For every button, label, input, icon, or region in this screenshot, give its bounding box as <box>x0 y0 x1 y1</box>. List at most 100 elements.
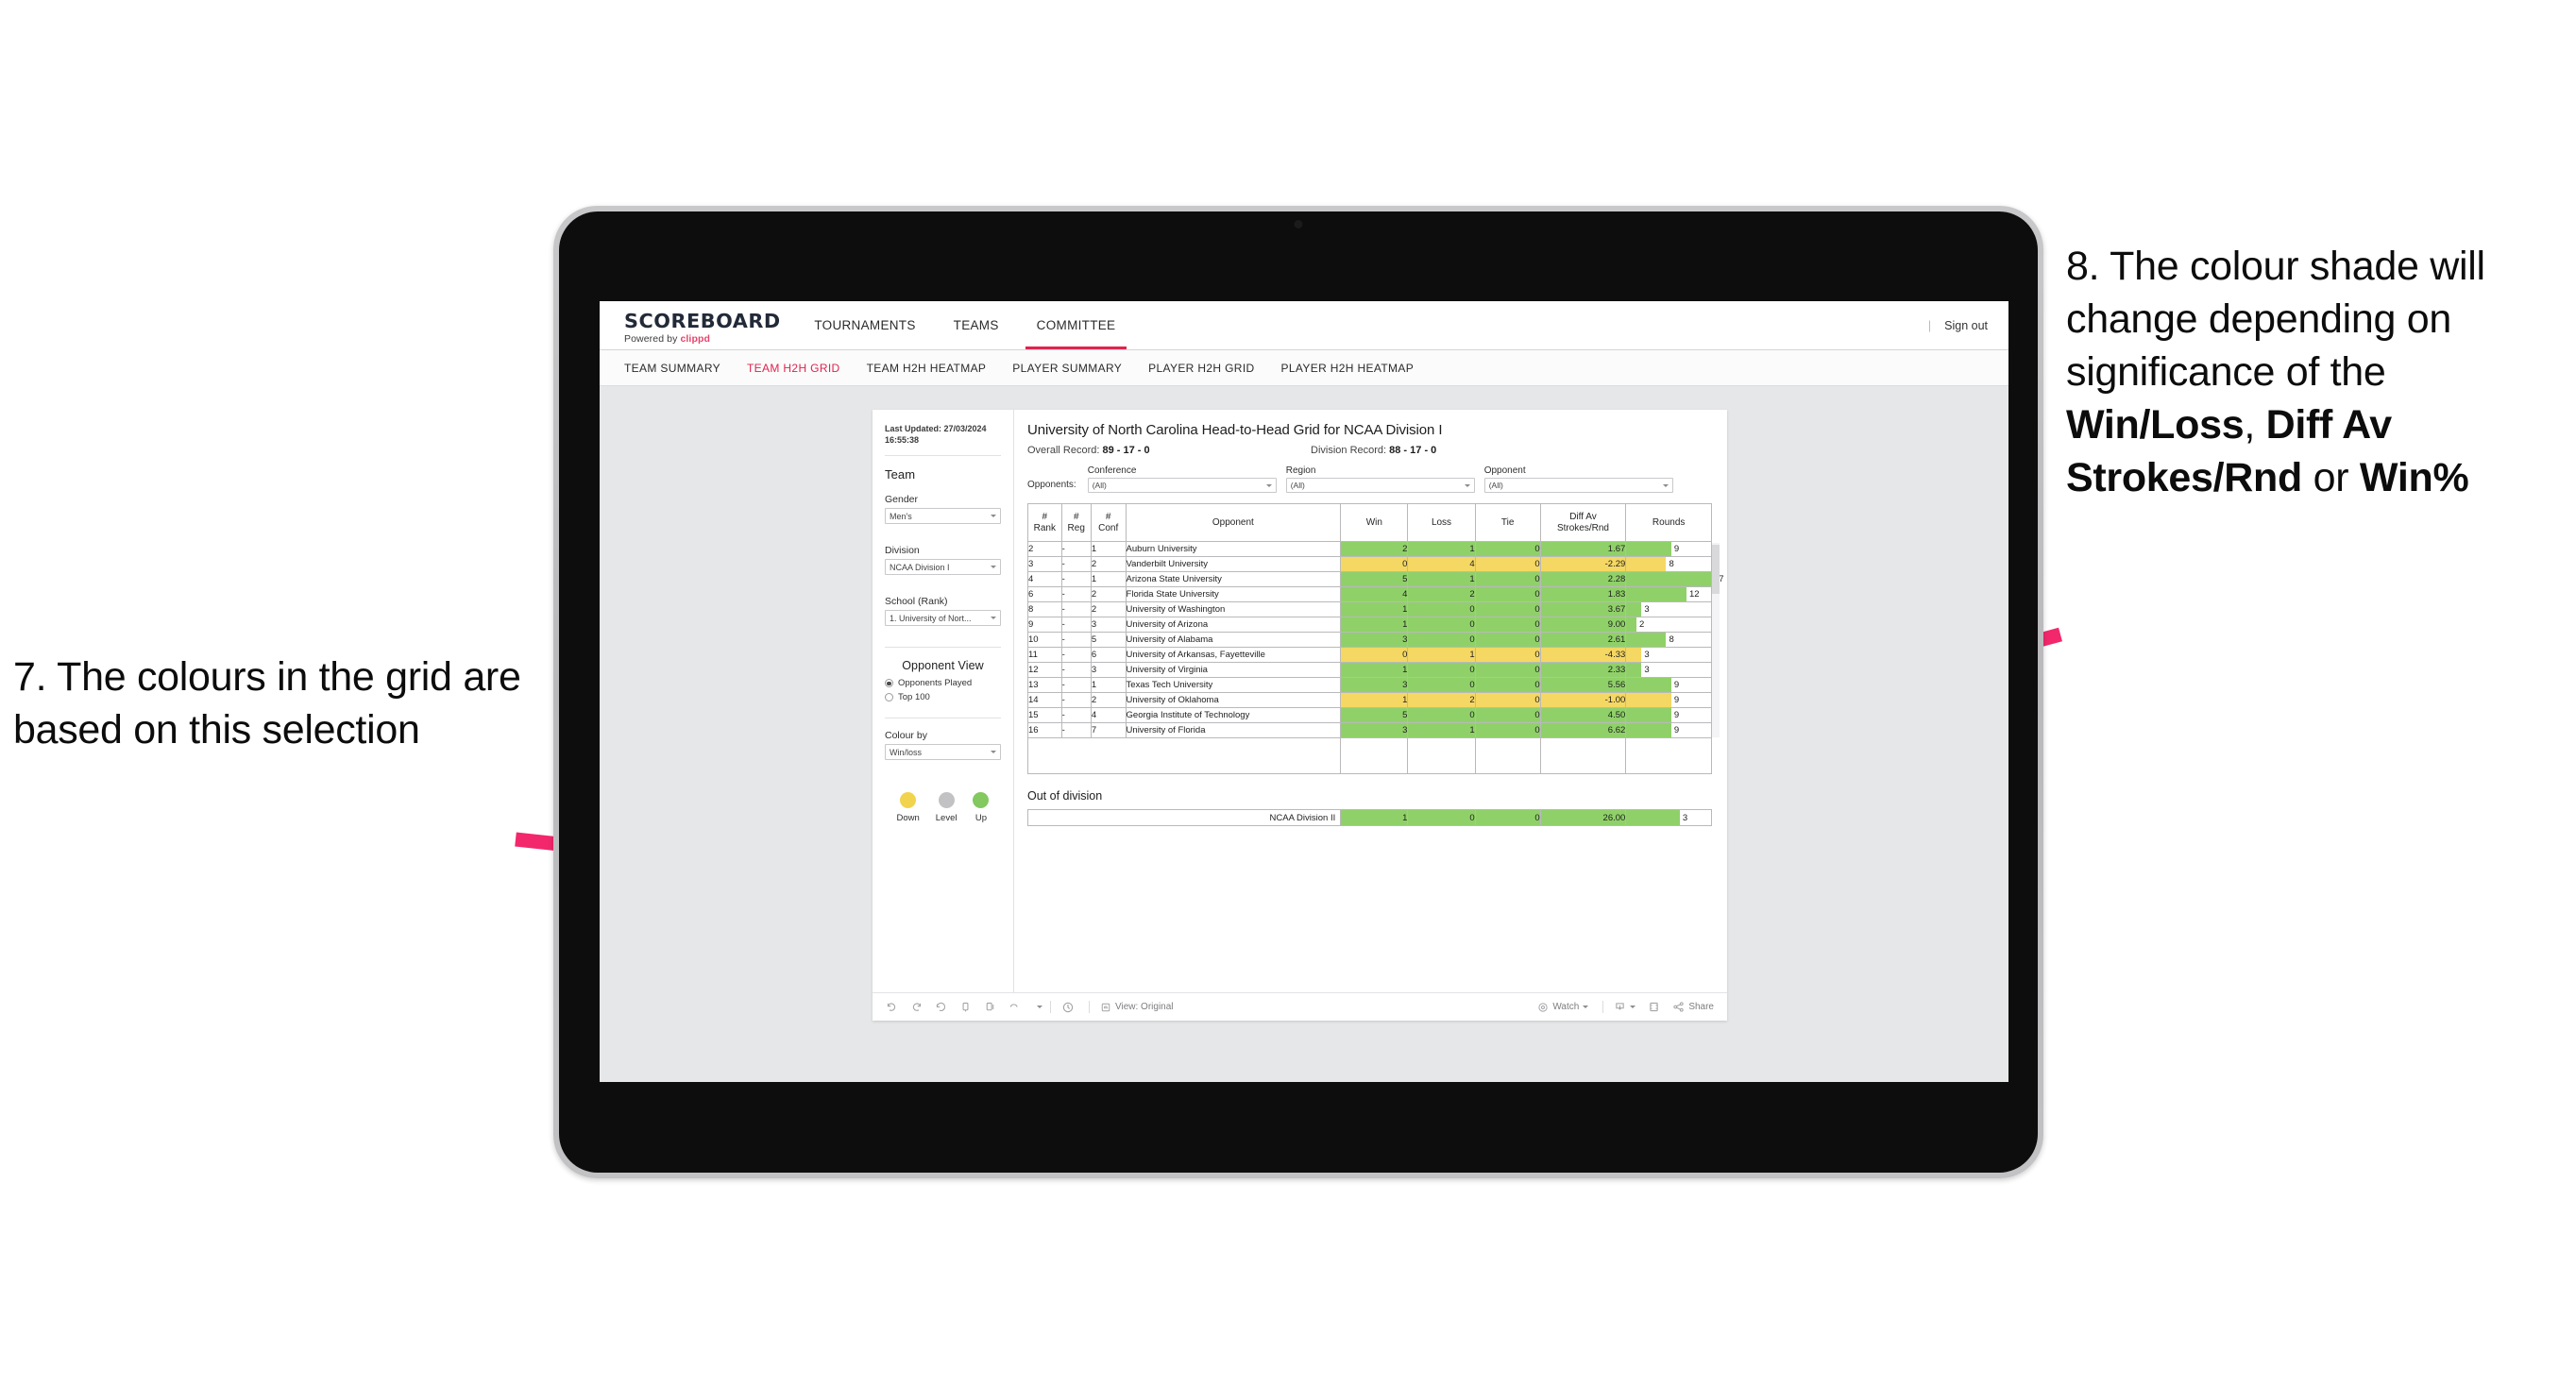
table-row[interactable]: 3-2 Vanderbilt University 0 4 0 -2.29 8 <box>1027 556 1712 572</box>
records-row: Overall Record: 89 - 17 - 0 Division Rec… <box>1027 445 1712 456</box>
cell-tie: 0 <box>1474 632 1541 648</box>
cell-reg: - <box>1060 571 1092 587</box>
overall-record: Overall Record: 89 - 17 - 0 <box>1027 445 1311 456</box>
cell-rank: 15 <box>1027 707 1062 723</box>
pause-auto-update-icon[interactable] <box>1061 1001 1075 1014</box>
colour-by-select[interactable]: Win/loss <box>885 744 1001 761</box>
refresh-icon[interactable] <box>959 1001 972 1013</box>
col-loss: Loss <box>1407 503 1476 542</box>
region-label: Region <box>1285 465 1316 476</box>
legend-dot-down <box>900 792 917 809</box>
table-row[interactable]: 9-3 University of Arizona 1 0 0 9.00 2 <box>1027 617 1712 633</box>
grid-head: # Rank # Reg # Conf Opponent Win Loss Tie <box>1027 503 1712 542</box>
toolbar-caret-1[interactable] <box>1033 1006 1042 1008</box>
cell-rank: 11 <box>1027 647 1062 663</box>
cell-win: 1 <box>1340 692 1409 708</box>
ood-win: 1 <box>1340 809 1409 826</box>
out-of-division-table: NCAA Division II 1 0 0 26.00 3 <box>1026 809 1712 826</box>
nav-item-committee[interactable]: COMMITTEE <box>1018 301 1135 349</box>
nav-item-tournaments[interactable]: TOURNAMENTS <box>795 301 934 349</box>
pause-icon[interactable] <box>984 1001 996 1013</box>
cell-loss: 0 <box>1407 662 1476 678</box>
table-row[interactable]: 10-5 University of Alabama 3 0 0 2.61 8 <box>1027 632 1712 648</box>
division-field: Division NCAA Division I <box>885 545 1001 576</box>
radio-opponents-played[interactable]: Opponents Played <box>885 678 1001 688</box>
download-icon[interactable] <box>1614 1001 1636 1013</box>
cell-opponent: Texas Tech University <box>1125 677 1342 693</box>
grid-scrollbar-thumb[interactable] <box>1712 545 1720 594</box>
tab-team-h2h-heatmap[interactable]: TEAM H2H HEATMAP <box>867 362 987 375</box>
cell-diff: -1.00 <box>1539 692 1627 708</box>
cell-tie: 0 <box>1474 662 1541 678</box>
app-header: SCOREBOARD Powered by clippd TOURNAMENTS… <box>600 301 2008 350</box>
region-filter: Region (All) <box>1285 465 1475 493</box>
tab-player-h2h-heatmap[interactable]: PLAYER H2H HEATMAP <box>1281 362 1415 375</box>
cell-diff: 4.50 <box>1539 707 1627 723</box>
legend-dot-up <box>973 792 990 809</box>
view-original-icon[interactable]: View: Original <box>1100 1002 1174 1013</box>
dashboard-card: Last Updated: 27/03/2024 16:55:38 Team G… <box>873 410 1727 1021</box>
brand-logo[interactable]: SCOREBOARD Powered by clippd <box>600 301 795 349</box>
cell-reg: - <box>1060 677 1092 693</box>
table-row[interactable]: 13-1 Texas Tech University 3 0 0 5.56 9 <box>1027 677 1712 693</box>
last-updated: Last Updated: 27/03/2024 16:55:38 <box>885 423 1001 446</box>
cell-diff: 2.33 <box>1539 662 1627 678</box>
cell-reg: - <box>1060 586 1092 602</box>
page-title: University of North Carolina Head-to-Hea… <box>1027 422 1443 438</box>
cell-opponent: Vanderbilt University <box>1125 556 1342 572</box>
tab-player-summary[interactable]: PLAYER SUMMARY <box>1012 362 1122 375</box>
tab-team-h2h-grid[interactable]: TEAM H2H GRID <box>747 362 840 375</box>
cell-rounds: 8 <box>1625 632 1712 648</box>
cell-opponent: Georgia Institute of Technology <box>1125 707 1342 723</box>
cell-tie: 0 <box>1474 707 1541 723</box>
front-camera-icon <box>1294 220 1303 228</box>
cell-conf: 6 <box>1090 647 1127 663</box>
cell-tie: 0 <box>1474 571 1541 587</box>
opponent-filters: Opponents: Conference (All) Region (All) <box>1027 465 1712 493</box>
sign-out-link[interactable]: Sign out <box>1944 319 1988 332</box>
region-select[interactable]: (All) <box>1285 478 1475 493</box>
redo-icon[interactable] <box>910 1001 923 1013</box>
colour-legend: Down Level Up <box>885 792 1001 823</box>
share-button[interactable]: Share <box>1672 1001 1714 1013</box>
table-row[interactable]: 12-3 University of Virginia 1 0 0 2.33 3 <box>1027 662 1712 678</box>
last-updated-label: Last Updated: <box>885 424 944 433</box>
conference-select[interactable]: (All) <box>1087 478 1277 493</box>
table-row[interactable]: 14-2 University of Oklahoma 1 2 0 -1.00 9 <box>1027 692 1712 708</box>
conference-value: (All) <box>1092 481 1107 490</box>
fullscreen-icon[interactable] <box>1648 1001 1660 1013</box>
nav-item-teams[interactable]: TEAMS <box>935 301 1018 349</box>
col-tie: Tie <box>1474 503 1541 542</box>
undo-icon[interactable] <box>886 1001 898 1013</box>
grid-scrollbar[interactable] <box>1712 543 1720 737</box>
brand-tagline-clippd: clippd <box>680 333 710 345</box>
gender-select[interactable]: Men's <box>885 508 1001 525</box>
undo-arrow-icon[interactable] <box>1008 1001 1021 1013</box>
school-rank-select[interactable]: 1. University of Nort... <box>885 610 1001 627</box>
cell-rounds-value: 8 <box>1669 634 1674 645</box>
table-row[interactable]: 15-4 Georgia Institute of Technology 5 0 0 4.… <box>1027 707 1712 723</box>
annotation-8-part1: 8. The colour shade will change dependin… <box>2066 244 2485 395</box>
division-select[interactable]: NCAA Division I <box>885 559 1001 576</box>
table-row[interactable]: 16-7 University of Florida 3 1 0 6.62 9 <box>1027 722 1712 738</box>
table-row[interactable]: 4-1Arizona State University5102.2817 <box>1027 571 1724 587</box>
table-row[interactable]: 2-1 Auburn University 2 1 0 1.67 9 <box>1027 541 1712 557</box>
legend-dot-level <box>938 792 955 809</box>
brand-tagline-prefix: Powered by <box>624 333 681 345</box>
table-row[interactable]: 8-2 University of Washington 1 0 0 3.67 3 <box>1027 601 1712 617</box>
watch-button[interactable]: Watch <box>1537 1002 1589 1013</box>
tab-player-h2h-grid[interactable]: PLAYER H2H GRID <box>1148 362 1254 375</box>
opponent-select[interactable]: (All) <box>1483 478 1673 493</box>
cell-tie: 0 <box>1474 692 1541 708</box>
cell-rounds: 2 <box>1625 617 1712 633</box>
cell-win: 1 <box>1340 601 1409 617</box>
revert-icon[interactable] <box>935 1001 947 1013</box>
radio-top-100[interactable]: Top 100 <box>885 692 1001 702</box>
toolbar-sep-2 <box>1089 1001 1090 1013</box>
tab-team-summary[interactable]: TEAM SUMMARY <box>624 362 720 375</box>
table-row[interactable]: 11-6 University of Arkansas, Fayetteville… <box>1027 647 1712 663</box>
table-row[interactable]: 6-2 Florida State University 4 2 0 1.83 12 <box>1027 586 1712 602</box>
cell-diff: 6.62 <box>1539 722 1627 738</box>
cell-rank: 2 <box>1027 541 1062 557</box>
overall-record-value: 89 - 17 - 0 <box>1102 445 1150 456</box>
